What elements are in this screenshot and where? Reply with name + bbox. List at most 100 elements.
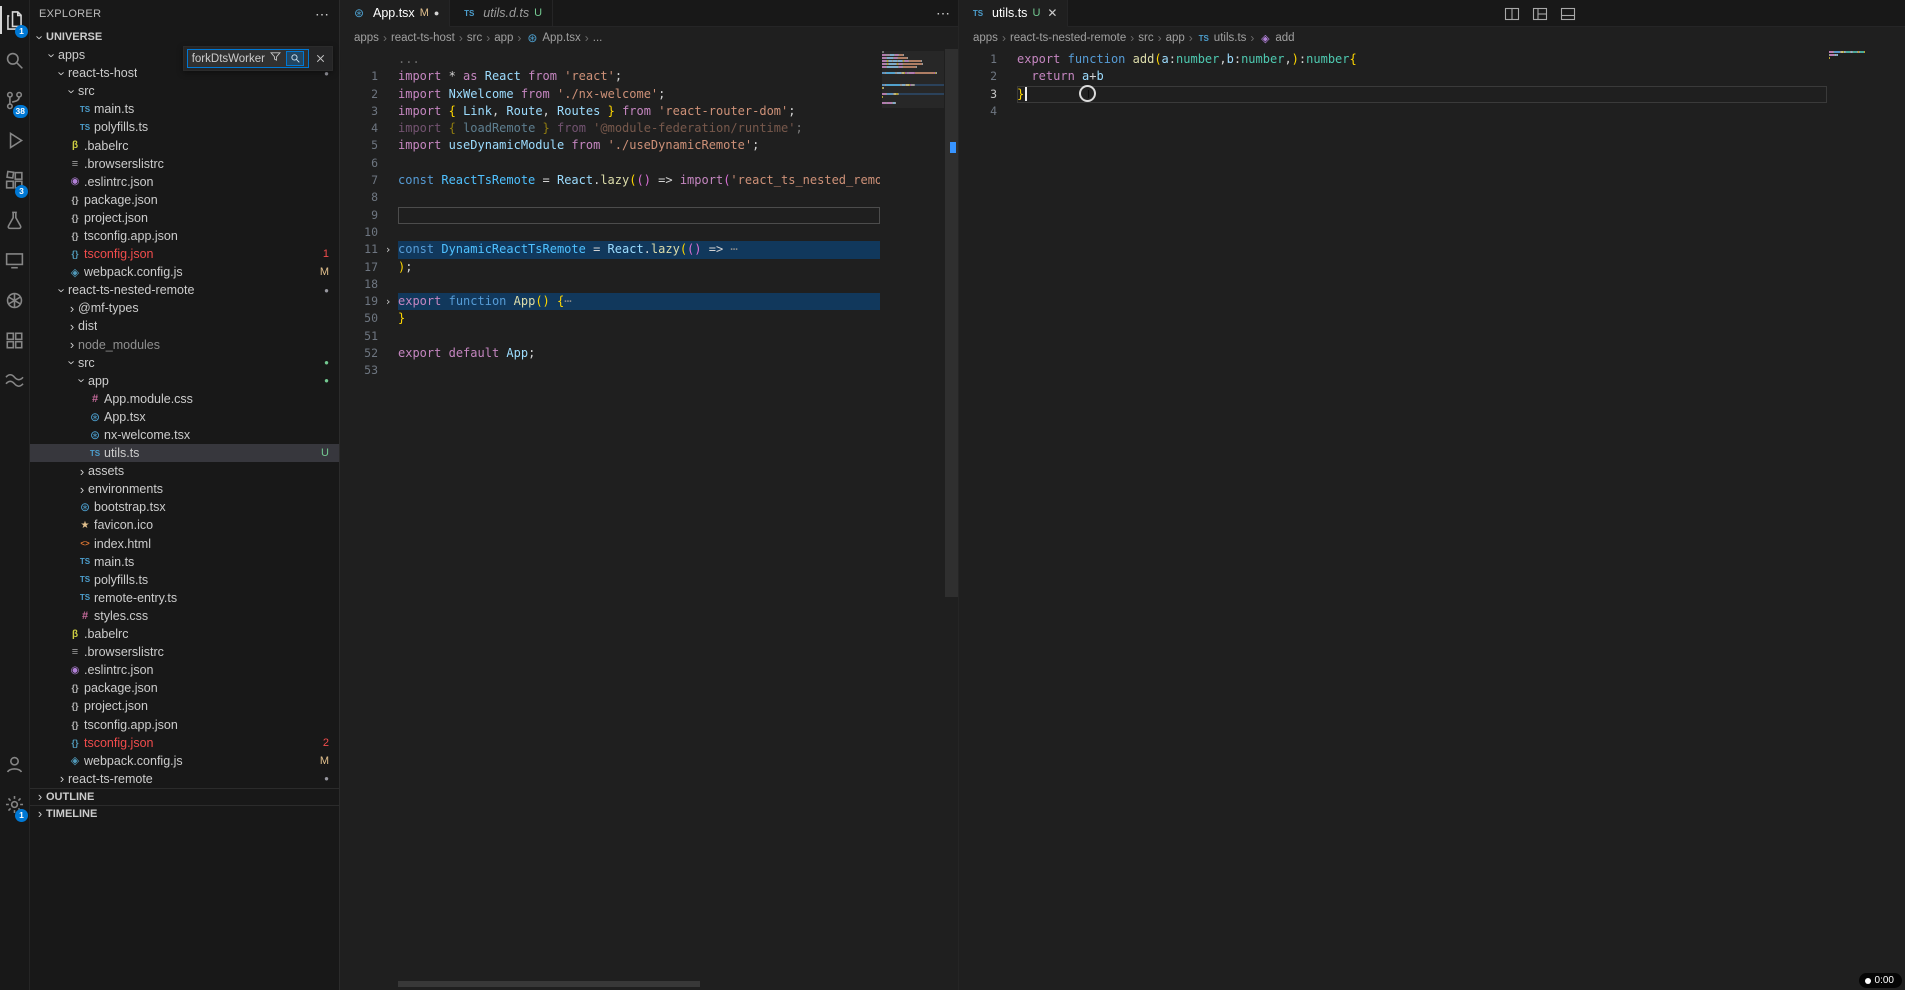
fold-chevron-icon[interactable]: › xyxy=(378,293,398,310)
file-item-.eslintrc.json[interactable]: ◉.eslintrc.json xyxy=(30,173,339,191)
filter-icon[interactable] xyxy=(269,50,282,68)
code-line-52[interactable]: 52export default App; xyxy=(340,345,958,362)
fold-chevron-icon[interactable]: › xyxy=(378,241,398,258)
editor-actions-icon[interactable]: ⋯ xyxy=(936,0,950,27)
file-item-remote-entry.ts[interactable]: TSremote-entry.ts xyxy=(30,589,339,607)
activity-remote-explorer[interactable] xyxy=(0,240,29,280)
code-line-4[interactable]: 4 xyxy=(959,103,1905,120)
file-item-.browserslistrc[interactable]: ≡.browserslistrc xyxy=(30,643,339,661)
code-line-7[interactable]: 7const ReactTsRemote = React.lazy(() => … xyxy=(340,172,958,189)
code-line-17[interactable]: 17); xyxy=(340,259,958,276)
editor2-code[interactable]: 1export function add(a:number,b:number,)… xyxy=(959,49,1905,990)
activity-testing[interactable] xyxy=(0,200,29,240)
file-item-App.module.css[interactable]: #App.module.css xyxy=(30,390,339,408)
file-item-utils.ts[interactable]: TSutils.tsU xyxy=(30,444,339,462)
file-item-tsconfig.app.json[interactable]: {}tsconfig.app.json xyxy=(30,227,339,245)
activity-settings[interactable]: 1 xyxy=(0,784,29,824)
code-line-50[interactable]: 50} xyxy=(340,310,958,327)
file-item-App.tsx[interactable]: ⊛App.tsx xyxy=(30,408,339,426)
toggle-panel-icon[interactable] xyxy=(1560,6,1576,22)
code-line-3[interactable]: 3} xyxy=(959,86,1905,103)
close-icon[interactable] xyxy=(312,52,329,65)
folder-item-app[interactable]: ›app● xyxy=(30,372,339,390)
file-item-.babelrc[interactable]: β.babelrc xyxy=(30,136,339,154)
file-item-.eslintrc.json[interactable]: ◉.eslintrc.json xyxy=(30,661,339,679)
folder-item-src[interactable]: ›src● xyxy=(30,354,339,372)
code-line-51[interactable]: 51 xyxy=(340,328,958,345)
code-line-x[interactable]: ... xyxy=(340,51,958,68)
workspace-root-row[interactable]: › UNIVERSE xyxy=(30,28,339,46)
code-line-18[interactable]: 18 xyxy=(340,276,958,293)
file-item-bootstrap.tsx[interactable]: ⊛bootstrap.tsx xyxy=(30,498,339,516)
editor1-code[interactable]: ...1import * as React from 'react';2impo… xyxy=(340,49,958,990)
breadcrumb-item-utils.ts[interactable]: TSutils.ts xyxy=(1197,32,1247,44)
code-line-10[interactable]: 10 xyxy=(340,224,958,241)
breadcrumb-item-src[interactable]: src xyxy=(1138,32,1153,44)
folder-item-node_modules[interactable]: ›node_modules xyxy=(30,336,339,354)
folder-item-react-ts-remote[interactable]: ›react-ts-remote● xyxy=(30,770,339,788)
breadcrumb-item-app[interactable]: app xyxy=(494,32,513,44)
outline-section[interactable]: › OUTLINE xyxy=(30,788,339,805)
breadcrumb-item-App.tsx[interactable]: ⊛App.tsx xyxy=(525,31,580,45)
code-line-5[interactable]: 5import useDynamicModule from './useDyna… xyxy=(340,137,958,154)
code-line-3[interactable]: 3import { Link, Route, Routes } from 're… xyxy=(340,103,958,120)
dirty-dot-icon[interactable]: ● xyxy=(434,8,439,18)
file-item-tsconfig.json[interactable]: {}tsconfig.json2 xyxy=(30,734,339,752)
activity-source-control[interactable]: 38 xyxy=(0,80,29,120)
folder-item-assets[interactable]: ›assets xyxy=(30,462,339,480)
file-item-tsconfig.app.json[interactable]: {}tsconfig.app.json xyxy=(30,715,339,733)
code-line-2[interactable]: 2import NxWelcome from './nx-welcome'; xyxy=(340,86,958,103)
split-editor-icon[interactable] xyxy=(1504,6,1520,22)
editor1-hscrollbar[interactable] xyxy=(398,981,700,987)
editor1-minimap[interactable] xyxy=(882,51,944,108)
activity-extensions[interactable]: 3 xyxy=(0,160,29,200)
breadcrumb-item-app[interactable]: app xyxy=(1166,32,1185,44)
code-line-1[interactable]: 1export function add(a:number,b:number,)… xyxy=(959,51,1905,68)
file-item-webpack.config.js[interactable]: ◈webpack.config.jsM xyxy=(30,263,339,281)
editor2-minimap[interactable] xyxy=(1829,51,1891,63)
file-item-.browserslistrc[interactable]: ≡.browserslistrc xyxy=(30,155,339,173)
code-line-2[interactable]: 2 return a+b xyxy=(959,68,1905,85)
code-line-11[interactable]: 11›const DynamicReactTsRemote = React.la… xyxy=(340,241,958,258)
activity-explorer[interactable]: 1 xyxy=(0,0,29,40)
activity-search[interactable] xyxy=(0,40,29,80)
file-item-styles.css[interactable]: #styles.css xyxy=(30,607,339,625)
file-item-webpack.config.js[interactable]: ◈webpack.config.jsM xyxy=(30,752,339,770)
search-toggle-icon[interactable] xyxy=(286,51,304,66)
file-item-package.json[interactable]: {}package.json xyxy=(30,679,339,697)
editor1-vscrollbar[interactable] xyxy=(945,49,958,990)
tab-utils.d.ts[interactable]: TSutils.d.tsU xyxy=(450,0,553,26)
file-item-nx-welcome.tsx[interactable]: ⊛nx-welcome.tsx xyxy=(30,426,339,444)
code-line-6[interactable]: 6 xyxy=(340,155,958,172)
code-line-9[interactable]: 9 xyxy=(340,207,958,224)
code-line-1[interactable]: 1import * as React from 'react'; xyxy=(340,68,958,85)
file-item-polyfills.ts[interactable]: TSpolyfills.ts xyxy=(30,571,339,589)
file-item-package.json[interactable]: {}package.json xyxy=(30,191,339,209)
filter-input[interactable]: forkDtsWorker xyxy=(187,49,309,68)
activity-accounts[interactable] xyxy=(0,744,29,784)
tab-utils.ts[interactable]: TSutils.tsU✕ xyxy=(959,0,1068,27)
breadcrumb-item-apps[interactable]: apps xyxy=(973,32,998,44)
activity-nx-console[interactable] xyxy=(0,320,29,360)
activity-run-debug[interactable] xyxy=(0,120,29,160)
breadcrumb-item-src[interactable]: src xyxy=(467,32,482,44)
folder-item-react-ts-nested-remote[interactable]: ›react-ts-nested-remote● xyxy=(30,281,339,299)
code-line-8[interactable]: 8 xyxy=(340,189,958,206)
file-item-tsconfig.json[interactable]: {}tsconfig.json1 xyxy=(30,245,339,263)
more-actions-icon[interactable]: ⋯ xyxy=(315,6,329,23)
tab-App.tsx[interactable]: ⊛App.tsxM● xyxy=(340,0,450,27)
folder-item-@mf-types[interactable]: ›@mf-types xyxy=(30,299,339,317)
file-item-project.json[interactable]: {}project.json xyxy=(30,697,339,715)
folder-item-environments[interactable]: ›environments xyxy=(30,480,339,498)
close-tab-icon[interactable]: ✕ xyxy=(1047,6,1057,20)
breadcrumb-item-apps[interactable]: apps xyxy=(354,32,379,44)
file-item-project.json[interactable]: {}project.json xyxy=(30,209,339,227)
activity-kubernetes[interactable] xyxy=(0,280,29,320)
timeline-section[interactable]: › TIMELINE xyxy=(30,805,339,822)
activity-copilot[interactable] xyxy=(0,360,29,400)
breadcrumb-item-...[interactable]: ... xyxy=(593,32,603,44)
file-item-favicon.ico[interactable]: ★favicon.ico xyxy=(30,516,339,534)
file-item-main.ts[interactable]: TSmain.ts xyxy=(30,553,339,571)
code-line-19[interactable]: 19›export function App() {⋯ xyxy=(340,293,958,310)
breadcrumb-item-react-ts-host[interactable]: react-ts-host xyxy=(391,32,455,44)
